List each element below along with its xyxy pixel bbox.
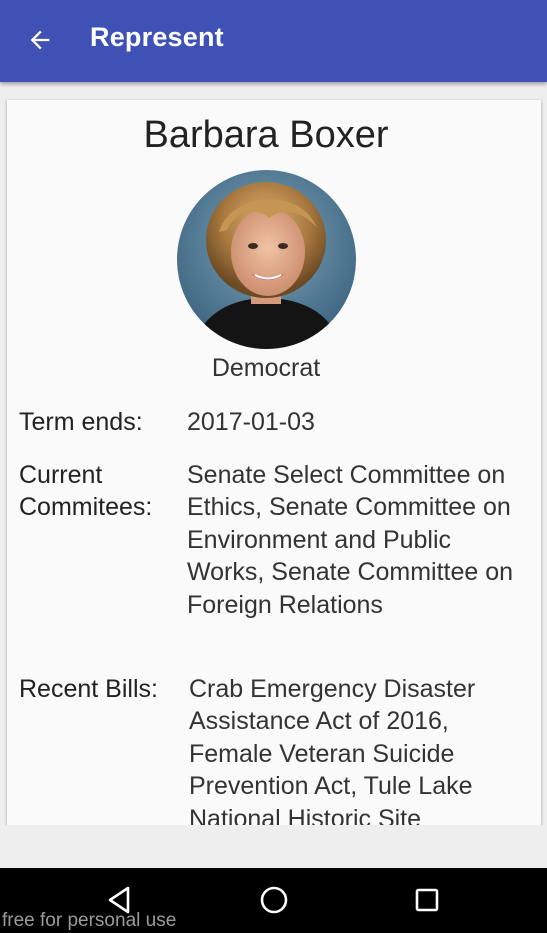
app-bar: Represent xyxy=(0,0,547,82)
committees-value: Senate Select Committee on Ethics, Senat… xyxy=(187,461,514,619)
term-label: Term ends: xyxy=(19,408,143,436)
system-navigation-bar xyxy=(0,868,547,933)
term-value: 2017-01-03 xyxy=(187,408,315,436)
content-bottom-area xyxy=(0,825,547,868)
nav-back-button[interactable] xyxy=(92,880,148,920)
bills-value: Crab Emergency Disaster Assistance Act o… xyxy=(189,675,476,825)
nav-recents-button[interactable] xyxy=(399,880,455,920)
representative-name: Barbara Boxer xyxy=(143,114,389,156)
committees-label: Current Commitees: xyxy=(19,461,153,521)
arrow-back-icon xyxy=(30,30,50,50)
nav-home-button[interactable] xyxy=(246,880,302,920)
app-title: Represent xyxy=(90,22,224,52)
representative-photo xyxy=(177,170,356,349)
triangle-back-icon xyxy=(108,886,130,914)
square-recents-icon xyxy=(415,888,439,912)
circle-home-icon xyxy=(260,886,288,914)
representative-card: Barbara Boxer Democrat Term ends: 2017-0… xyxy=(7,100,541,825)
back-button[interactable] xyxy=(18,20,62,60)
party-label: Democrat xyxy=(211,354,321,382)
bills-label: Recent Bills: xyxy=(19,675,158,703)
